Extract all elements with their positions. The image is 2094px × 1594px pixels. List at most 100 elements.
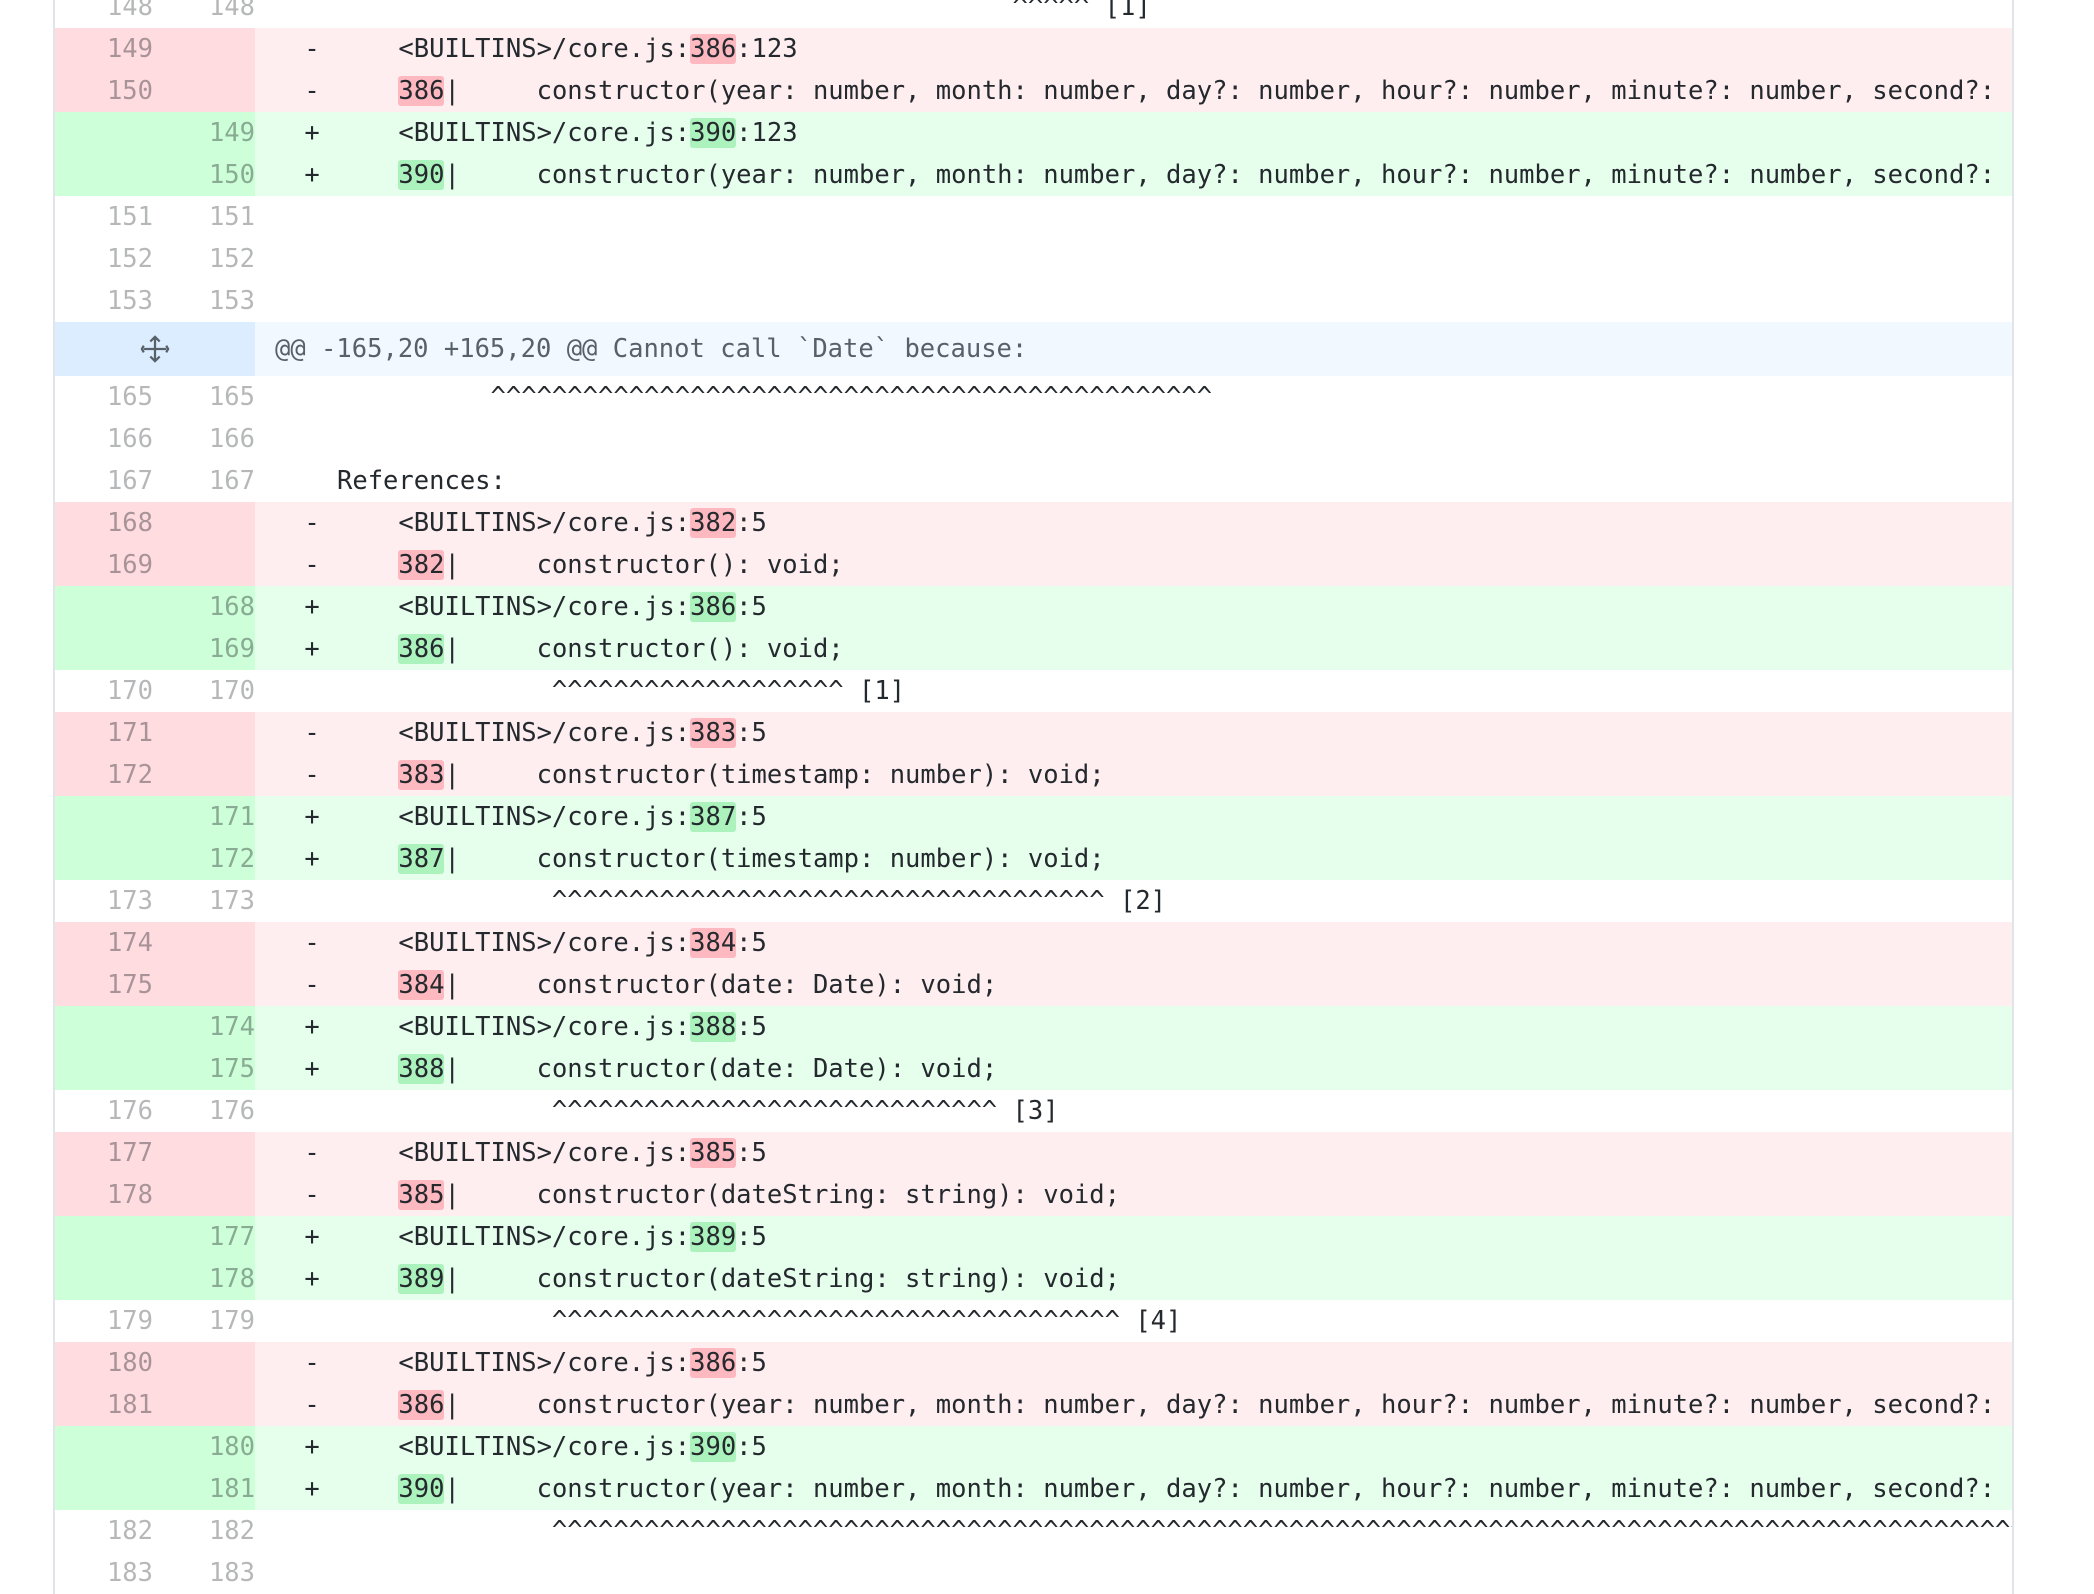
code-content: 386| constructor(): void;: [329, 634, 2012, 664]
old-line-number[interactable]: 167: [55, 460, 153, 502]
old-line-number[interactable]: [55, 1006, 153, 1048]
code-content: <BUILTINS>/core.js:390:123: [329, 118, 2012, 148]
new-line-number[interactable]: [153, 28, 255, 70]
old-line-number[interactable]: 166: [55, 418, 153, 460]
new-line-number[interactable]: [153, 754, 255, 796]
code-content: 384| constructor(date: Date): void;: [329, 970, 2012, 1000]
new-line-number[interactable]: [153, 1132, 255, 1174]
old-line-number[interactable]: [55, 838, 153, 880]
new-line-number[interactable]: [153, 70, 255, 112]
old-line-number[interactable]: 183: [55, 1552, 153, 1594]
old-line-number[interactable]: [55, 154, 153, 196]
new-line-number[interactable]: 179: [153, 1300, 255, 1342]
old-line-number[interactable]: 170: [55, 670, 153, 712]
old-line-number[interactable]: 173: [55, 880, 153, 922]
new-line-number[interactable]: 173: [153, 880, 255, 922]
new-line-number[interactable]: 183: [153, 1552, 255, 1594]
new-line-number[interactable]: [153, 964, 255, 1006]
old-line-number[interactable]: [55, 628, 153, 670]
old-line-number[interactable]: 150: [55, 70, 153, 112]
old-line-number[interactable]: 178: [55, 1174, 153, 1216]
new-line-number[interactable]: 169: [153, 628, 255, 670]
code-content: 386| constructor(year: number, month: nu…: [329, 1390, 2012, 1420]
old-line-number[interactable]: 177: [55, 1132, 153, 1174]
new-line-number[interactable]: 153: [153, 280, 255, 322]
new-line-number[interactable]: 172: [153, 838, 255, 880]
new-line-number[interactable]: 165: [153, 376, 255, 418]
code-text: ^^^^^^^^^^^^^^^^^^^^^^^^^^^^^^^^^^^^^ [4…: [337, 1306, 1182, 1336]
old-line-number[interactable]: [55, 1468, 153, 1510]
code-text: ^^^^^ [1]: [337, 0, 1151, 22]
new-line-number[interactable]: 150: [153, 154, 255, 196]
old-line-number[interactable]: 181: [55, 1384, 153, 1426]
old-line-number[interactable]: 172: [55, 754, 153, 796]
old-line-number[interactable]: 168: [55, 502, 153, 544]
code-text: :5: [736, 592, 767, 622]
new-line-number[interactable]: 182: [153, 1510, 255, 1552]
old-line-number[interactable]: 152: [55, 238, 153, 280]
old-line-number[interactable]: [55, 1216, 153, 1258]
new-line-number[interactable]: 181: [153, 1468, 255, 1510]
new-line-number[interactable]: [153, 502, 255, 544]
new-line-number[interactable]: 175: [153, 1048, 255, 1090]
old-line-number[interactable]: 149: [55, 28, 153, 70]
new-line-number[interactable]: 166: [153, 418, 255, 460]
old-line-number[interactable]: 176: [55, 1090, 153, 1132]
old-line-number[interactable]: 180: [55, 1342, 153, 1384]
new-line-number[interactable]: 178: [153, 1258, 255, 1300]
diff-lines-bottom: 165 165 ^^^^^^^^^^^^^^^^^^^^^^^^^^^^^^^^^…: [55, 376, 2012, 1594]
new-line-number[interactable]: [153, 544, 255, 586]
new-line-number[interactable]: 149: [153, 112, 255, 154]
old-line-number[interactable]: 151: [55, 196, 153, 238]
old-line-number[interactable]: 171: [55, 712, 153, 754]
unfold-icon[interactable]: [140, 334, 170, 364]
new-line-number[interactable]: 167: [153, 460, 255, 502]
old-line-number[interactable]: 182: [55, 1510, 153, 1552]
old-line-number[interactable]: 165: [55, 376, 153, 418]
old-line-number[interactable]: [55, 1426, 153, 1468]
new-line-number[interactable]: 152: [153, 238, 255, 280]
new-line-number[interactable]: 171: [153, 796, 255, 838]
code-text: <BUILTINS>/core.js:: [337, 928, 691, 958]
new-line-number[interactable]: 148: [153, 0, 255, 28]
new-line-number[interactable]: [153, 1342, 255, 1384]
new-line-number[interactable]: 176: [153, 1090, 255, 1132]
old-line-number[interactable]: 148: [55, 0, 153, 28]
new-line-number[interactable]: 174: [153, 1006, 255, 1048]
new-line-number[interactable]: [153, 712, 255, 754]
new-line-number[interactable]: 168: [153, 586, 255, 628]
new-line-number[interactable]: 180: [153, 1426, 255, 1468]
new-line-number[interactable]: [153, 1384, 255, 1426]
code-text: :123: [736, 34, 798, 64]
old-line-number[interactable]: [55, 1048, 153, 1090]
context-line: 170 170 ^^^^^^^^^^^^^^^^^^^ [1]: [55, 670, 2012, 712]
changed-token: 383: [398, 760, 445, 790]
new-line-number[interactable]: 151: [153, 196, 255, 238]
old-line-number[interactable]: 153: [55, 280, 153, 322]
expand-button[interactable]: [55, 322, 255, 376]
new-line-number[interactable]: 170: [153, 670, 255, 712]
old-line-number[interactable]: [55, 1258, 153, 1300]
old-line-number[interactable]: [55, 112, 153, 154]
diff-marker: -: [304, 1390, 320, 1420]
old-line-number[interactable]: 169: [55, 544, 153, 586]
code-text: ^^^^^^^^^^^^^^^^^^^^^^^^^^^^^ [3]: [337, 1096, 1059, 1126]
code-text: | constructor(year: number, month: numbe…: [444, 1474, 2012, 1504]
diff-marker: -: [304, 970, 320, 1000]
code-text: References:: [337, 466, 506, 496]
old-line-number[interactable]: 174: [55, 922, 153, 964]
added-line: 171 + <BUILTINS>/core.js:387:5: [55, 796, 2012, 838]
old-line-number[interactable]: [55, 586, 153, 628]
new-line-number[interactable]: [153, 922, 255, 964]
diff-marker: +: [304, 1432, 320, 1462]
deleted-line: 180 - <BUILTINS>/core.js:386:5: [55, 1342, 2012, 1384]
code-content: 386| constructor(year: number, month: nu…: [329, 76, 2012, 106]
code-text: | constructor(date: Date): void;: [444, 970, 998, 1000]
code-content: <BUILTINS>/core.js:384:5: [329, 928, 2012, 958]
new-line-number[interactable]: 177: [153, 1216, 255, 1258]
new-line-number[interactable]: [153, 1174, 255, 1216]
old-line-number[interactable]: [55, 796, 153, 838]
old-line-number[interactable]: 179: [55, 1300, 153, 1342]
old-line-number[interactable]: 175: [55, 964, 153, 1006]
